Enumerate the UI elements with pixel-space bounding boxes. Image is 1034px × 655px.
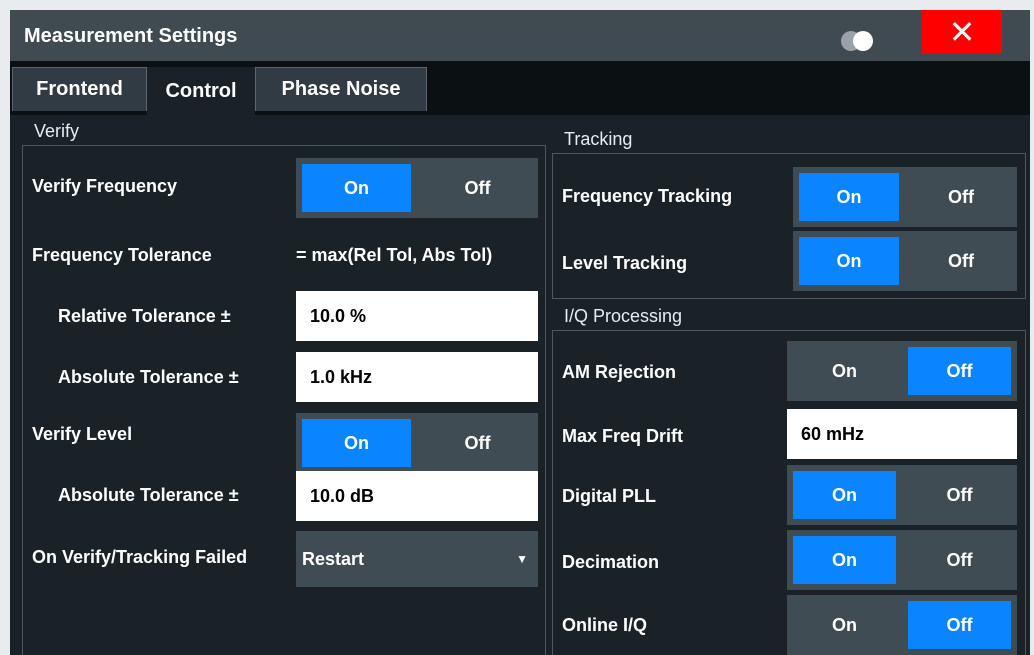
on-failed-dropdown[interactable]: Restart ▼	[296, 531, 538, 587]
digital-pll-label: Digital PLL	[562, 486, 656, 506]
digital-pll-toggle: On Off	[787, 465, 1017, 525]
am-rejection-off[interactable]: Off	[908, 347, 1011, 395]
frequency-tracking-off[interactable]: Off	[911, 173, 1011, 221]
decimation-on[interactable]: On	[793, 536, 896, 584]
verify-frequency-off[interactable]: Off	[423, 164, 532, 212]
verify-frequency-label: Verify Frequency	[32, 176, 178, 196]
frequency-tracking-on[interactable]: On	[799, 173, 899, 221]
max-freq-drift-label: Max Freq Drift	[562, 426, 684, 446]
theme-toggle-icon[interactable]	[841, 31, 881, 51]
online-iq-off[interactable]: Off	[908, 601, 1011, 649]
online-iq-label: Online I/Q	[562, 615, 648, 635]
tab-bar: Frontend Control Phase Noise	[10, 61, 1030, 119]
verify-frequency-toggle: On Off	[296, 158, 538, 218]
control-panel: Verify Verify Frequency On Off Frequency…	[10, 115, 1030, 655]
am-rejection-label: AM Rejection	[562, 362, 677, 382]
level-absolute-tolerance-field[interactable]: 10.0 dB	[296, 471, 538, 521]
verify-level-label: Verify Level	[32, 424, 133, 444]
level-absolute-tolerance-label: Absolute Tolerance ±	[58, 485, 239, 505]
frequency-tracking-toggle: On Off	[793, 167, 1017, 227]
verify-level-on[interactable]: On	[302, 419, 411, 467]
level-tracking-label: Level Tracking	[562, 253, 688, 273]
measurement-settings-dialog: Measurement Settings ✕ Frontend Control …	[10, 10, 1030, 655]
max-freq-drift-field[interactable]: 60 mHz	[787, 409, 1017, 459]
online-iq-on[interactable]: On	[793, 601, 896, 649]
digital-pll-on[interactable]: On	[793, 471, 896, 519]
relative-tolerance-label: Relative Tolerance ±	[58, 306, 231, 326]
title-bar: Measurement Settings ✕	[10, 10, 1030, 61]
level-tracking-off[interactable]: Off	[911, 237, 1011, 285]
verify-section-label: Verify	[34, 121, 80, 141]
am-rejection-toggle: On Off	[787, 341, 1017, 401]
level-tracking-toggle: On Off	[793, 231, 1017, 291]
verify-level-toggle: On Off	[296, 413, 538, 473]
absolute-tolerance-field[interactable]: 1.0 kHz	[296, 352, 538, 402]
digital-pll-off[interactable]: Off	[908, 471, 1011, 519]
on-failed-label: On Verify/Tracking Failed	[32, 547, 248, 567]
tab-frontend[interactable]: Frontend	[12, 67, 147, 111]
verify-level-off[interactable]: Off	[423, 419, 532, 467]
online-iq-toggle: On Off	[787, 595, 1017, 655]
frequency-tolerance-label: Frequency Tolerance	[32, 245, 212, 265]
level-tracking-on[interactable]: On	[799, 237, 899, 285]
dialog-title: Measurement Settings	[24, 25, 238, 47]
on-failed-value: Restart	[302, 548, 365, 569]
iq-section-label: I/Q Processing	[564, 306, 683, 326]
tracking-section-label: Tracking	[564, 129, 633, 149]
absolute-tolerance-label: Absolute Tolerance ±	[58, 367, 239, 387]
verify-frequency-on[interactable]: On	[302, 164, 411, 212]
tab-phase-noise[interactable]: Phase Noise	[255, 67, 427, 111]
decimation-toggle: On Off	[787, 530, 1017, 590]
decimation-off[interactable]: Off	[908, 536, 1011, 584]
frequency-tracking-label: Frequency Tracking	[562, 186, 733, 206]
am-rejection-on[interactable]: On	[793, 347, 896, 395]
tab-control[interactable]: Control	[147, 67, 255, 115]
dropdown-arrow-icon: ▼	[516, 552, 528, 566]
frequency-tolerance-formula: = max(Rel Tol, Abs Tol)	[296, 245, 493, 265]
close-button[interactable]: ✕	[922, 10, 1002, 54]
relative-tolerance-field[interactable]: 10.0 %	[296, 291, 538, 341]
decimation-label: Decimation	[562, 552, 660, 572]
